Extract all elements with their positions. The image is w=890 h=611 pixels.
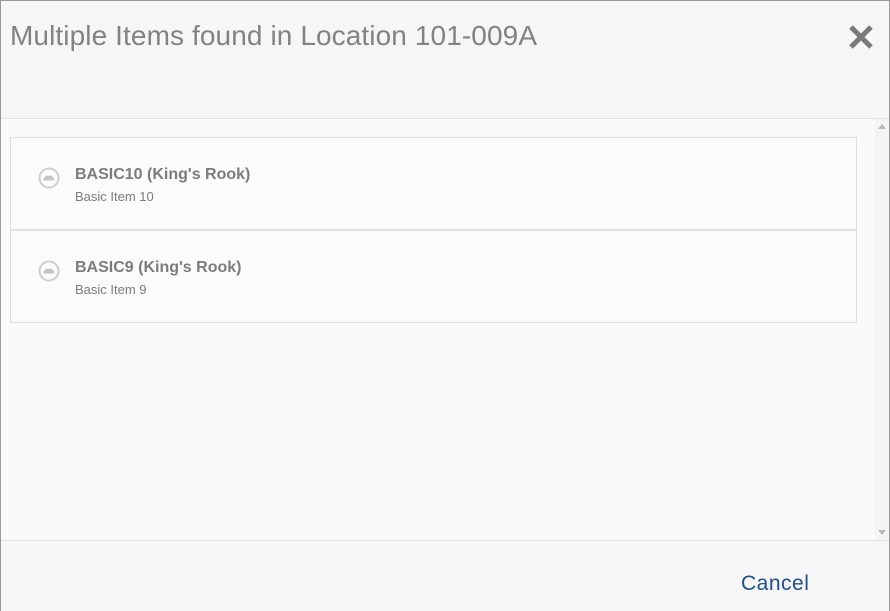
- dialog-title: Multiple Items found in Location 101-009…: [10, 20, 538, 51]
- close-icon: [849, 25, 873, 49]
- cancel-button[interactable]: Cancel: [741, 572, 809, 596]
- item-title: BASIC10 (King's Rook): [75, 166, 251, 183]
- item-title: BASIC9 (King's Rook): [75, 259, 242, 276]
- item-subtitle: Basic Item 9: [75, 282, 147, 297]
- dialog-body: BASIC10 (King's Rook) Basic Item 10 BASI…: [1, 119, 889, 540]
- multiple-items-dialog: Multiple Items found in Location 101-009…: [0, 0, 890, 611]
- item-cloud-icon: [38, 260, 60, 282]
- item-list: BASIC10 (King's Rook) Basic Item 10 BASI…: [10, 137, 857, 323]
- scroll-down-arrow-icon[interactable]: [878, 530, 886, 535]
- scroll-up-arrow-icon[interactable]: [878, 124, 886, 129]
- list-item[interactable]: BASIC10 (King's Rook) Basic Item 10: [11, 138, 856, 229]
- close-button[interactable]: [845, 21, 877, 53]
- list-item[interactable]: BASIC9 (King's Rook) Basic Item 9: [11, 229, 856, 322]
- item-subtitle: Basic Item 10: [75, 189, 154, 204]
- dialog-footer: Cancel: [1, 540, 889, 611]
- item-cloud-icon: [38, 167, 60, 189]
- vertical-scrollbar[interactable]: [875, 119, 889, 540]
- dialog-header: Multiple Items found in Location 101-009…: [1, 1, 889, 119]
